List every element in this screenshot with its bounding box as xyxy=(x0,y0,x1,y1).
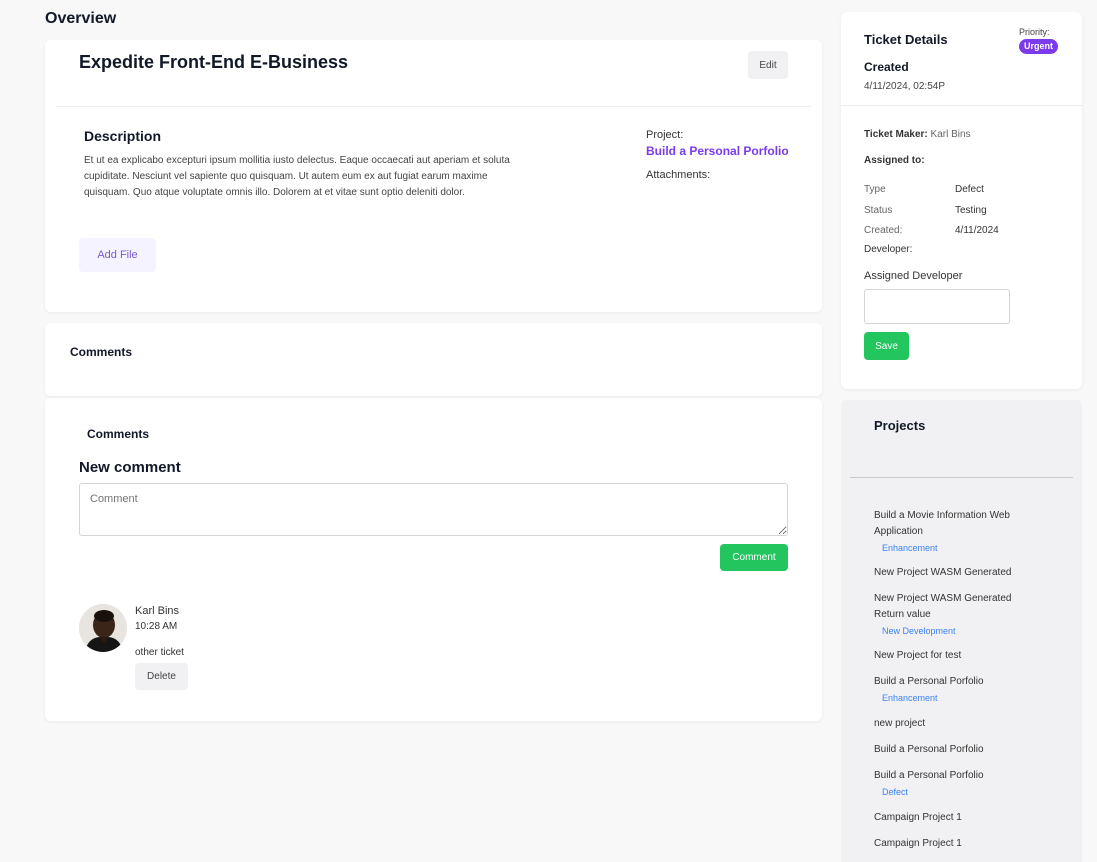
project-item[interactable]: Build a Personal Porfolio Enhancement xyxy=(874,674,1044,706)
ticket-maker-value: Karl Bins xyxy=(930,129,971,140)
divider xyxy=(850,477,1073,478)
project-item-name: Build a Personal Porfolio xyxy=(874,744,984,755)
status-value: Testing xyxy=(955,205,987,216)
ticket-card: Expedite Front-End E-Business Edit Descr… xyxy=(45,40,822,312)
comment-input[interactable] xyxy=(79,483,788,536)
comment-submit-button[interactable]: Comment xyxy=(720,544,788,571)
project-item-name: Campaign Project 1 xyxy=(874,812,962,823)
project-item-name: Build a Movie Information Web Applicatio… xyxy=(874,510,1010,537)
project-item-tag: Enhancement xyxy=(882,693,938,703)
project-label: Project: xyxy=(646,129,684,141)
comments-card: Comments xyxy=(45,323,822,396)
project-item[interactable]: New Project WASM Generated Return value … xyxy=(874,591,1044,639)
delete-comment-button[interactable]: Delete xyxy=(135,663,188,690)
created-value: 4/11/2024 xyxy=(955,225,999,236)
ticket-maker-label: Ticket Maker: xyxy=(864,129,928,140)
description-heading: Description xyxy=(84,128,162,144)
ticket-title: Expedite Front-End E-Business xyxy=(79,52,349,72)
project-item-name: New Project WASM Generated Return value xyxy=(874,593,1012,620)
assigned-developer-label: Assigned Developer xyxy=(864,270,963,282)
project-link[interactable]: Build a Personal Porfolio xyxy=(646,144,789,158)
avatar-image xyxy=(79,604,127,652)
ticket-details-card: Ticket Details Priority: Urgent Created … xyxy=(841,12,1082,389)
status-label: Status xyxy=(864,205,893,216)
project-item[interactable]: Campaign Project 1 xyxy=(874,836,1044,852)
type-value: Defect xyxy=(955,184,984,195)
project-item-name: New Project WASM Generated xyxy=(874,567,1012,578)
project-item-name: Build a Personal Porfolio xyxy=(874,676,984,687)
assigned-developer-input[interactable] xyxy=(864,289,1010,324)
add-file-button[interactable]: Add File xyxy=(79,238,156,272)
save-button[interactable]: Save xyxy=(864,332,909,360)
project-item[interactable]: Build a Personal Porfolio Defect xyxy=(874,768,1044,800)
created-heading: Created xyxy=(864,60,909,74)
priority-badge: Urgent xyxy=(1019,39,1058,54)
project-item[interactable]: Build a Personal Porfolio xyxy=(874,742,1044,758)
project-item[interactable]: Build a Movie Information Web Applicatio… xyxy=(874,508,1044,556)
comments-title: Comments xyxy=(70,345,133,359)
projects-card: Projects Build a Movie Information Web A… xyxy=(841,400,1082,862)
description-text: Et ut ea explicabo excepturi ipsum molli… xyxy=(84,155,510,198)
created-label: Created: xyxy=(864,225,903,236)
divider xyxy=(841,105,1082,106)
project-item-name: New Project for test xyxy=(874,650,962,661)
new-comment-title: New comment xyxy=(79,459,181,476)
edit-button[interactable]: Edit xyxy=(748,51,788,79)
project-item-name: new project xyxy=(874,718,926,729)
developer-label: Developer: xyxy=(864,244,913,255)
project-item-name: Build a Personal Porfolio xyxy=(874,770,984,781)
comment-text: other ticket xyxy=(135,647,184,658)
project-item[interactable]: New Project for test xyxy=(874,648,1044,664)
comments-section-title: Comments xyxy=(87,427,150,441)
projects-title: Projects xyxy=(874,418,926,433)
assigned-to-label: Assigned to: xyxy=(864,155,925,166)
comments-body: Comments New comment Comment Karl Bins 1… xyxy=(45,398,822,721)
comment-time: 10:28 AM xyxy=(135,621,178,632)
divider xyxy=(56,106,811,107)
created-datetime: 4/11/2024, 02:54P xyxy=(864,81,945,92)
project-item-tag: New Development xyxy=(882,626,956,636)
project-item-name: Campaign Project 1 xyxy=(874,838,962,849)
project-item[interactable]: Campaign Project 1 xyxy=(874,810,1044,826)
priority-label: Priority: xyxy=(1019,27,1050,37)
ticket-maker: Ticket Maker: Karl Bins xyxy=(864,129,971,140)
type-label: Type xyxy=(864,184,886,195)
project-item[interactable]: new project xyxy=(874,716,1044,732)
avatar xyxy=(79,604,127,652)
project-item-tag: Enhancement xyxy=(882,543,938,553)
project-item-tag: Defect xyxy=(882,787,909,797)
page-title: Overview xyxy=(45,10,117,27)
project-item[interactable]: New Project WASM Generated xyxy=(874,565,1044,581)
comment-author: Karl Bins xyxy=(135,605,180,617)
attachments-label: Attachments: xyxy=(646,169,711,181)
ticket-details-title: Ticket Details xyxy=(864,32,948,47)
